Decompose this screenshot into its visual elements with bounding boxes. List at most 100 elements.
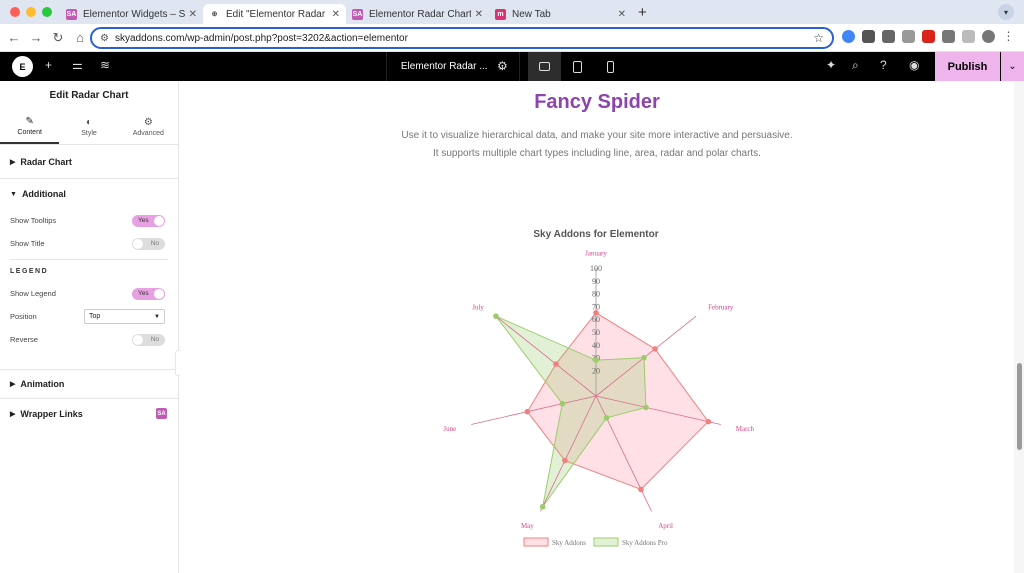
toggle-state: Yes bbox=[138, 290, 149, 297]
tab-advanced-label: Advanced bbox=[132, 129, 164, 137]
shield-extension-icon[interactable] bbox=[862, 30, 875, 43]
search-icon[interactable]: ⌕ bbox=[852, 58, 859, 73]
select-caret-icon: ▼ bbox=[154, 313, 160, 320]
legend-label-2: Sky Addons Pro bbox=[622, 539, 668, 547]
tablet-view-button[interactable] bbox=[561, 52, 594, 81]
tab-close-icon[interactable]: ✕ bbox=[189, 9, 197, 20]
preview-eye-icon[interactable]: ◉ bbox=[909, 58, 919, 72]
site-settings-icon[interactable]: ⚙ bbox=[100, 33, 109, 44]
category-label-2: February bbox=[708, 304, 734, 312]
page-settings-gear-icon[interactable]: ⚙ bbox=[497, 59, 508, 73]
image-extension-icon[interactable] bbox=[902, 30, 915, 43]
document-name-label: Elementor Radar ... bbox=[400, 61, 488, 72]
translate-extension-icon[interactable] bbox=[882, 30, 895, 43]
tab-close-icon[interactable]: ✕ bbox=[332, 9, 340, 20]
gear-icon: ⚙ bbox=[143, 116, 153, 128]
section-animation-label: Animation bbox=[20, 379, 65, 389]
back-arrow-icon[interactable]: ← bbox=[3, 30, 25, 45]
tick-label-80: 80 bbox=[592, 290, 600, 299]
bookmark-star-icon[interactable]: ☆ bbox=[813, 31, 824, 45]
browser-tab-3[interactable]: SA Elementor Radar Chart Widget ✕ bbox=[346, 4, 489, 24]
section-radar-chart[interactable]: ▶ Radar Chart bbox=[0, 145, 178, 179]
browser-menu-icon[interactable]: ⋮ bbox=[1002, 30, 1015, 43]
help-icon[interactable]: ? bbox=[880, 58, 887, 72]
color-picker-extension-icon[interactable] bbox=[842, 30, 855, 43]
category-label-5: May bbox=[521, 522, 534, 530]
tab-favicon-icon: m bbox=[495, 8, 506, 20]
show-tooltips-label: Show Tooltips bbox=[10, 216, 57, 225]
publish-options-chevron-icon[interactable]: ⌄ bbox=[1001, 52, 1024, 81]
series-2-point-6 bbox=[559, 400, 566, 407]
scrollbar-thumb[interactable] bbox=[1017, 363, 1022, 450]
tick-label-20: 20 bbox=[592, 366, 600, 375]
browser-tab-2[interactable]: ⊕ Edit "Elementor Radar Chart" ✕ bbox=[203, 4, 346, 24]
show-legend-label: Show Legend bbox=[10, 289, 56, 298]
pencil-icon: ✎ bbox=[25, 115, 34, 127]
series-1-point-2 bbox=[652, 346, 658, 352]
chart-title: Sky Addons for Elementor bbox=[533, 229, 658, 240]
legend-swatch-2 bbox=[593, 537, 619, 547]
reload-icon[interactable]: ↻ bbox=[47, 30, 69, 46]
category-label-4: April bbox=[658, 522, 673, 530]
toggle-knob bbox=[154, 215, 164, 226]
reverse-toggle[interactable]: No bbox=[132, 333, 165, 346]
position-label: Position bbox=[10, 312, 37, 321]
close-window-button[interactable] bbox=[10, 7, 20, 17]
address-bar[interactable]: ⚙ skyaddons.com/wp-admin/post.php?post=3… bbox=[90, 27, 834, 49]
series-1-point-4 bbox=[638, 486, 644, 493]
series-2-point-4 bbox=[603, 415, 610, 421]
toggle-knob bbox=[154, 288, 164, 299]
browser-tab-1[interactable]: SA Elementor Widgets – Sky Addons ✕ bbox=[60, 4, 203, 24]
notifications-megaphone-icon[interactable]: ✦ bbox=[826, 58, 836, 72]
browser-tab-4[interactable]: m New Tab ✕ bbox=[489, 4, 632, 24]
tab-search-chevron-icon[interactable]: ▾ bbox=[998, 4, 1014, 20]
tab-title: Elementor Radar Chart Widget bbox=[369, 8, 471, 20]
new-tab-button[interactable]: + bbox=[638, 4, 647, 21]
tab-style[interactable]: ◐ Style bbox=[59, 109, 118, 144]
category-label-6: June bbox=[443, 425, 456, 433]
maximize-window-button[interactable] bbox=[42, 7, 52, 17]
sidebar-extension-icon[interactable] bbox=[962, 30, 975, 43]
tab-favicon-icon: SA bbox=[66, 8, 77, 20]
extensions-area: ⋮ bbox=[842, 30, 1015, 43]
browser-toolbar: ← → ↻ ⌂ ⚙ skyaddons.com/wp-admin/post.ph… bbox=[0, 24, 1024, 52]
legend-position-select[interactable]: Top ▼ bbox=[84, 309, 165, 324]
site-settings-sliders-icon[interactable]: ⚌ bbox=[72, 58, 83, 72]
forward-arrow-icon[interactable]: → bbox=[25, 30, 47, 45]
tab-content[interactable]: ✎ Content bbox=[0, 109, 60, 144]
reverse-label: Reverse bbox=[10, 335, 38, 344]
panel-tabs: ✎ Content ◐ Style ⚙ Advanced bbox=[0, 109, 178, 145]
home-icon[interactable]: ⌂ bbox=[69, 30, 91, 45]
caret-right-icon: ▶ bbox=[10, 410, 16, 418]
minimize-window-button[interactable] bbox=[26, 7, 36, 17]
tab-close-icon[interactable]: ✕ bbox=[475, 9, 483, 20]
section-radar-chart-label: Radar Chart bbox=[20, 156, 72, 167]
url-text: skyaddons.com/wp-admin/post.php?post=320… bbox=[114, 32, 408, 44]
tab-title: New Tab bbox=[512, 8, 551, 20]
series-2-point-5 bbox=[539, 503, 546, 510]
publish-button[interactable]: Publish bbox=[935, 52, 1000, 81]
profile-avatar-icon[interactable] bbox=[982, 30, 995, 43]
tick-label-50: 50 bbox=[592, 328, 600, 337]
canvas-scrollbar[interactable] bbox=[1014, 81, 1024, 573]
mobile-view-button[interactable] bbox=[594, 52, 627, 81]
show-tooltips-toggle[interactable]: Yes bbox=[132, 214, 165, 227]
show-title-toggle[interactable]: No bbox=[132, 237, 165, 250]
desktop-view-button[interactable] bbox=[528, 52, 561, 81]
section-animation[interactable]: ▶ Animation bbox=[0, 370, 178, 399]
radar-chart[interactable]: Sky Addons for Elementor January February M… bbox=[180, 81, 1014, 573]
tick-label-90: 90 bbox=[592, 277, 600, 286]
tools-extension-icon[interactable] bbox=[922, 30, 935, 43]
tab-advanced[interactable]: ⚙ Advanced bbox=[119, 109, 178, 144]
section-additional[interactable]: ▼ Additional bbox=[0, 179, 178, 209]
puzzle-extension-icon[interactable] bbox=[942, 30, 955, 43]
section-wrapper-links-label: Wrapper Links bbox=[20, 408, 83, 419]
elementor-logo-icon[interactable]: E bbox=[12, 56, 33, 77]
structure-layers-icon[interactable]: ≋ bbox=[100, 58, 110, 72]
tab-close-icon[interactable]: ✕ bbox=[618, 9, 626, 20]
toggle-knob bbox=[133, 238, 143, 249]
add-element-icon[interactable]: + bbox=[45, 58, 52, 72]
section-wrapper-links[interactable]: ▶ Wrapper Links SA bbox=[0, 399, 178, 428]
show-legend-toggle[interactable]: Yes bbox=[132, 287, 165, 300]
tab-title: Edit "Elementor Radar Chart" bbox=[226, 8, 328, 20]
